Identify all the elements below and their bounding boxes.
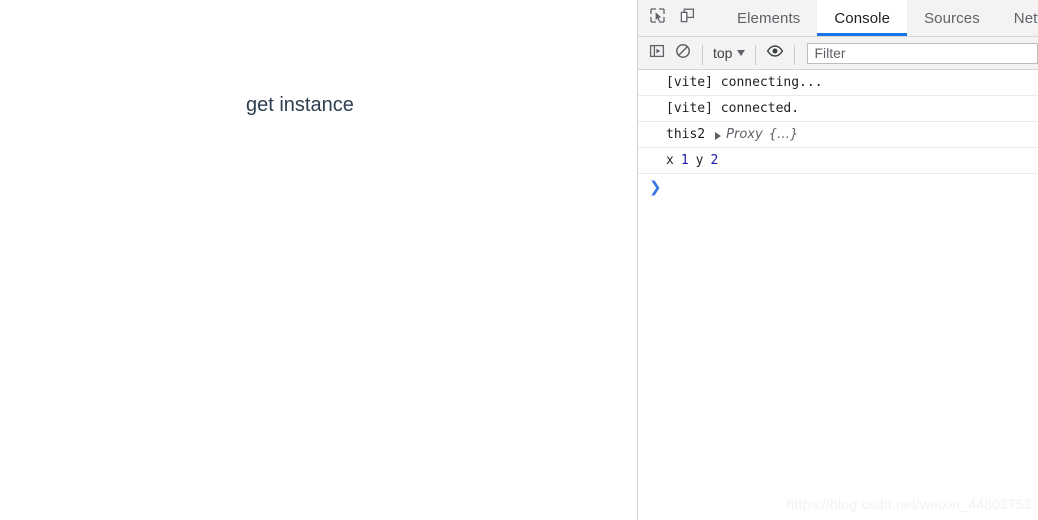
console-message-row[interactable]: this2 Proxy {…} [638,122,1038,148]
devtools-tabbar: Elements Console Sources Netwo [638,0,1038,37]
console-sidebar-toggle-icon [649,43,665,64]
clear-console-icon [675,43,691,64]
console-toolbar-divider-1 [702,45,703,65]
console-object-label: this2 [666,127,706,142]
toggle-device-toolbar-button[interactable] [674,5,700,31]
console-message-row[interactable]: x 1 y 2 [638,148,1038,174]
devtools-tool-icons [638,0,704,36]
console-message-row[interactable]: [vite] connected. [638,96,1038,122]
console-value-key-y: y [695,153,704,168]
console-message-list[interactable]: [vite] connecting... [vite] connected. t… [638,70,1038,520]
watermark-text: https://blog.csdn.net/weixin_44803753 [786,496,1032,512]
console-object-preview: {…} [768,127,799,142]
console-context-selector[interactable]: top [709,45,749,61]
tab-network-label: Netwo [1013,9,1038,27]
tab-sources[interactable]: Sources [907,0,997,36]
page-title: get instance [246,94,354,116]
clear-console-button[interactable] [670,40,696,66]
tab-sources-label: Sources [924,9,980,27]
console-prompt-input[interactable] [662,174,1038,200]
inspect-element-icon [649,7,666,29]
tab-elements[interactable]: Elements [720,0,817,36]
device-toolbar-icon [679,7,696,29]
console-sidebar-toggle-button[interactable] [644,40,670,66]
inspect-element-button[interactable] [644,5,670,31]
create-live-expression-button[interactable] [762,40,788,66]
console-toolbar-divider-2 [755,45,757,65]
console-toolbar: top [638,37,1038,70]
console-value-key-x: x [666,153,674,168]
console-message-text: [vite] connecting... [666,75,823,90]
triangle-right-icon[interactable] [715,131,722,140]
devtools-panel: Elements Console Sources Netwo [638,0,1038,520]
devtools-tab-list: Elements Console Sources Netwo [720,0,1038,36]
console-message-row[interactable]: [vite] connecting... [638,70,1038,96]
chevron-down-icon [737,50,746,56]
console-message-text: [vite] connected. [666,101,800,116]
browser-window: get instance Elements Console Sources Ne… [0,0,1038,520]
console-value-number-x: 1 [680,153,689,168]
tab-network[interactable]: Netwo [997,0,1038,36]
console-toolbar-divider-3 [794,45,796,65]
console-filter-input[interactable] [807,42,1038,64]
console-value-number-y: 2 [710,153,719,168]
console-context-value: top [713,45,733,61]
tab-elements-label: Elements [737,9,801,27]
web-page-viewport: get instance [0,0,638,520]
prompt-chevron-icon: ❯ [649,177,662,196]
tab-console[interactable]: Console [817,0,908,36]
console-prompt-row[interactable]: ❯ [638,174,1038,200]
eye-icon [766,43,784,64]
console-object-name: Proxy [726,127,763,142]
tab-console-label: Console [834,9,891,27]
